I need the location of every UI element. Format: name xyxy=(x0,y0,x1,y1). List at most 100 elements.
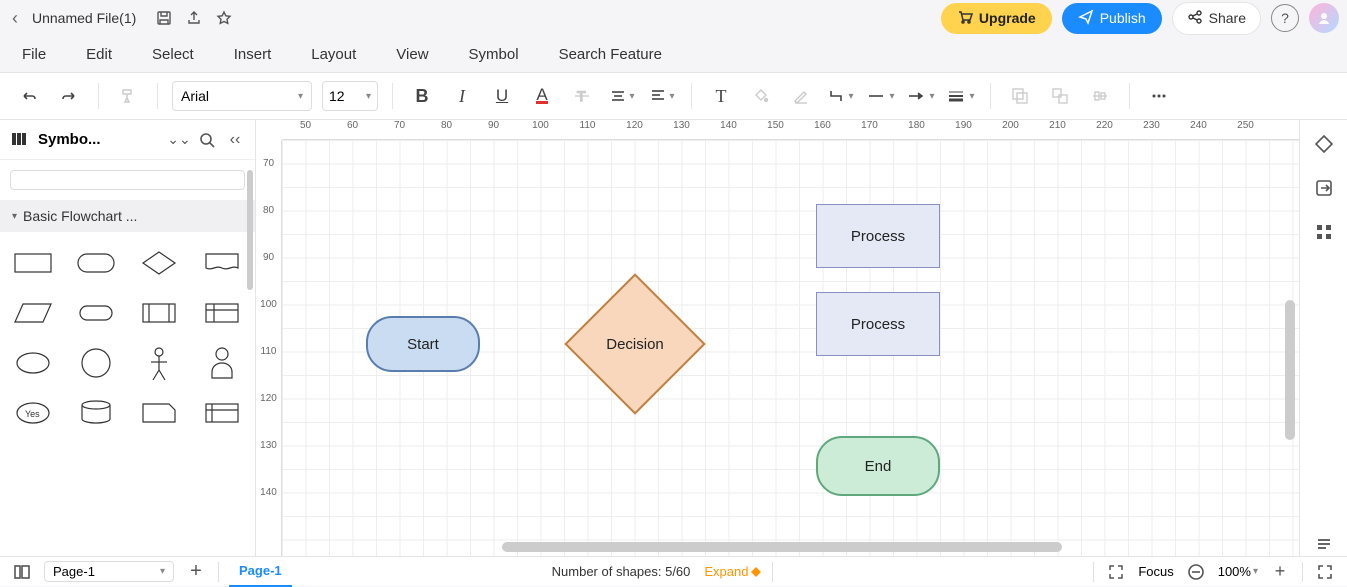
upgrade-button[interactable]: Upgrade xyxy=(941,3,1052,34)
arrow-style-button[interactable]: ▾ xyxy=(906,81,936,111)
focus-button[interactable]: Focus xyxy=(1138,564,1173,579)
shape-rounded-rect[interactable] xyxy=(69,242,124,284)
export-icon[interactable] xyxy=(184,8,204,28)
expand-link[interactable]: Expand xyxy=(704,564,762,579)
help-icon[interactable]: ? xyxy=(1271,4,1299,32)
filename[interactable]: Unnamed File(1) xyxy=(32,10,136,26)
shape-parallelogram[interactable] xyxy=(6,292,61,334)
shape-yes-connector[interactable]: Yes xyxy=(6,392,61,434)
align-v-button[interactable]: ▾ xyxy=(647,81,677,111)
fullscreen-icon[interactable] xyxy=(1313,560,1337,584)
menu-layout[interactable]: Layout xyxy=(311,46,356,63)
undo-button[interactable] xyxy=(14,81,44,111)
menu-select[interactable]: Select xyxy=(152,46,194,63)
menu-file[interactable]: File xyxy=(22,46,46,63)
fill-color-button[interactable] xyxy=(746,81,776,111)
back-button[interactable]: ‹ xyxy=(8,8,22,29)
shape-process2-label: Process xyxy=(851,316,905,333)
line-weight-button[interactable]: ▾ xyxy=(946,81,976,111)
shape-diamond[interactable] xyxy=(132,242,187,284)
shape-process-2[interactable]: Process xyxy=(816,292,940,356)
italic-button[interactable]: I xyxy=(447,81,477,111)
shape-user[interactable] xyxy=(194,342,249,384)
zoom-level[interactable]: 100% ▾ xyxy=(1218,564,1258,579)
font-size-select[interactable]: 12▾ xyxy=(322,81,378,111)
menu-edit[interactable]: Edit xyxy=(86,46,112,63)
shape-capsule[interactable] xyxy=(69,292,124,334)
canvas[interactable]: Start Decision Process Process End xyxy=(282,140,1299,556)
line-color-button[interactable] xyxy=(786,81,816,111)
strikethrough-button[interactable]: T xyxy=(567,81,597,111)
svg-text:Yes: Yes xyxy=(25,409,40,419)
sidebar-title: Symbo... xyxy=(38,131,161,148)
partial-box xyxy=(10,170,245,190)
category-basic-flowchart[interactable]: Basic Flowchart ... xyxy=(0,200,255,232)
more-button[interactable] xyxy=(1144,81,1174,111)
shape-internal-storage[interactable] xyxy=(194,292,249,334)
grid-panel-icon[interactable] xyxy=(1312,220,1336,244)
export-panel-icon[interactable] xyxy=(1312,176,1336,200)
expand-icon[interactable]: ⌄⌄ xyxy=(169,130,189,150)
sidebar-scrollbar[interactable] xyxy=(247,160,253,556)
shape-decision[interactable]: Decision xyxy=(564,294,706,394)
group-button[interactable] xyxy=(1005,81,1035,111)
page-dropdown[interactable]: Page-1▾ xyxy=(44,561,174,582)
ruler-horizontal: 50 60 70 80 90 100 110 120 130 140 150 1… xyxy=(282,120,1299,140)
menu-view[interactable]: View xyxy=(396,46,428,63)
page-tab-1[interactable]: Page-1 xyxy=(229,557,292,587)
menu-search-feature[interactable]: Search Feature xyxy=(559,46,662,63)
shape-start[interactable]: Start xyxy=(366,316,480,372)
shape-document[interactable] xyxy=(194,242,249,284)
font-size: 12 xyxy=(329,88,345,104)
star-icon[interactable] xyxy=(214,8,234,28)
shape-table[interactable] xyxy=(194,392,249,434)
avatar[interactable] xyxy=(1309,3,1339,33)
list-panel-icon[interactable] xyxy=(1312,532,1336,556)
canvas-scrollbar-vertical[interactable] xyxy=(1285,300,1295,440)
ungroup-button[interactable] xyxy=(1045,81,1075,111)
connector-style-button[interactable]: ▾ xyxy=(826,81,856,111)
shape-cylinder[interactable] xyxy=(69,392,124,434)
zoom-in-button[interactable]: + xyxy=(1268,560,1292,584)
shape-card[interactable] xyxy=(132,392,187,434)
menu-symbol[interactable]: Symbol xyxy=(469,46,519,63)
shape-process-1[interactable]: Process xyxy=(816,204,940,268)
shape-rectangle[interactable] xyxy=(6,242,61,284)
category-label: Basic Flowchart ... xyxy=(23,208,137,224)
zoom-out-button[interactable] xyxy=(1184,560,1208,584)
line-style-button[interactable]: ▾ xyxy=(866,81,896,111)
sidebar: Symbo... ⌄⌄ ‹‹ Basic Flowchart ... xyxy=(0,120,256,556)
search-icon[interactable] xyxy=(197,130,217,150)
align-h-button[interactable]: ▾ xyxy=(607,81,637,111)
canvas-scrollbar-horizontal[interactable] xyxy=(502,542,1062,552)
fit-screen-icon[interactable] xyxy=(1104,560,1128,584)
shape-actor[interactable] xyxy=(132,342,187,384)
main-area: Symbo... ⌄⌄ ‹‹ Basic Flowchart ... xyxy=(0,120,1347,556)
statusbar: Page-1▾ + Page-1 Number of shapes: 5/60 … xyxy=(0,556,1347,586)
font-select[interactable]: Arial▾ xyxy=(172,81,312,111)
bold-button[interactable]: B xyxy=(407,81,437,111)
format-painter-button[interactable] xyxy=(113,81,143,111)
right-rail xyxy=(1299,120,1347,556)
align-objects-button[interactable] xyxy=(1085,81,1115,111)
shape-ellipse[interactable] xyxy=(6,342,61,384)
text-tool-button[interactable]: T xyxy=(706,81,736,111)
style-panel-icon[interactable] xyxy=(1312,132,1336,156)
outline-icon[interactable] xyxy=(10,560,34,584)
underline-button[interactable]: U xyxy=(487,81,517,111)
redo-button[interactable] xyxy=(54,81,84,111)
toolbar: Arial▾ 12▾ B I U A T ▾ ▾ T ▾ ▾ ▾ ▾ xyxy=(0,72,1347,120)
canvas-wrap: 50 60 70 80 90 100 110 120 130 140 150 1… xyxy=(256,120,1299,556)
font-color-button[interactable]: A xyxy=(527,81,557,111)
share-button[interactable]: Share xyxy=(1172,2,1261,35)
collapse-sidebar-icon[interactable]: ‹‹ xyxy=(225,130,245,150)
publish-button[interactable]: Publish xyxy=(1062,3,1162,34)
shape-end[interactable]: End xyxy=(816,436,940,496)
save-icon[interactable] xyxy=(154,8,174,28)
menu-insert[interactable]: Insert xyxy=(234,46,272,63)
add-page-button[interactable]: + xyxy=(184,560,208,584)
shape-circle[interactable] xyxy=(69,342,124,384)
titlebar: ‹ Unnamed File(1) Upgrade Publish Share … xyxy=(0,0,1347,36)
send-icon xyxy=(1078,9,1094,28)
shape-predefined[interactable] xyxy=(132,292,187,334)
